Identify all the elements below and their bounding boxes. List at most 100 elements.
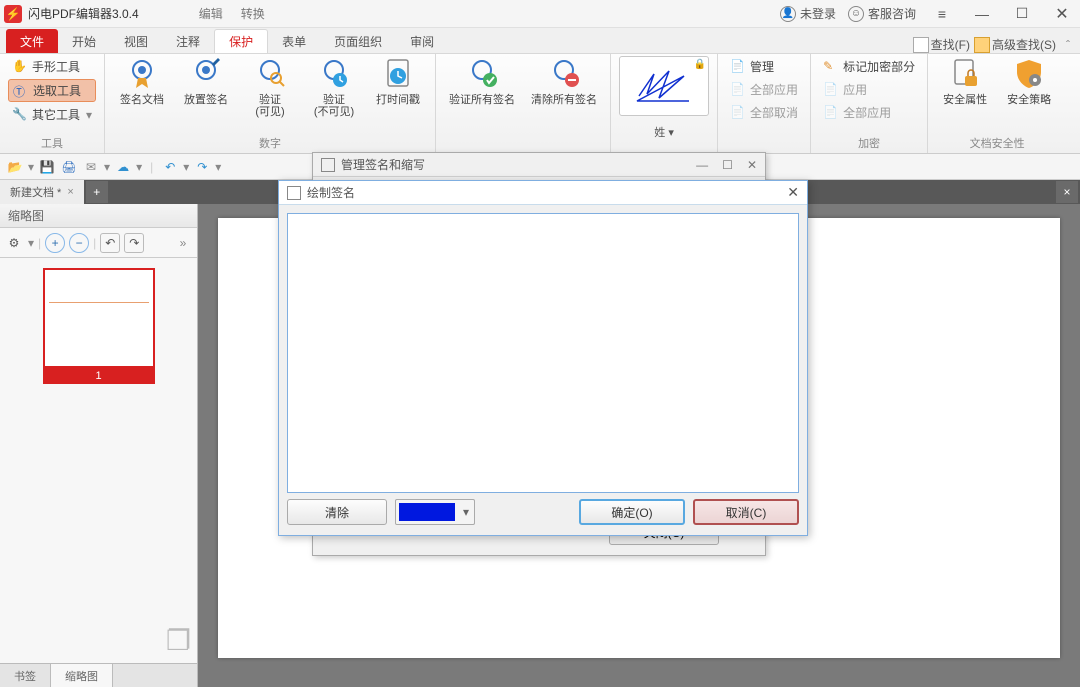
- mode-switch: 编辑 转换: [199, 5, 265, 22]
- select-tool[interactable]: Ⓣ选取工具: [8, 79, 96, 102]
- tab-form[interactable]: 表单: [268, 29, 320, 53]
- gear-icon[interactable]: ⚙: [4, 233, 24, 253]
- tab-page[interactable]: 页面组织: [320, 29, 396, 53]
- chevron-down-icon: ▾: [458, 505, 474, 519]
- print-icon[interactable]: 🖨: [60, 158, 78, 176]
- advanced-find-button[interactable]: 高级查找(S): [974, 36, 1056, 53]
- verifyall-label: 验证所有签名: [449, 94, 515, 106]
- lock-icon: 🔒: [694, 59, 706, 70]
- titlebar: ⚡ 闪电PDF编辑器3.0.4 编辑 转换 👤 未登录 ☺ 客服咨询 ≡ — ☐…: [0, 0, 1080, 28]
- sign-doc-label: 签名文档: [120, 94, 164, 106]
- find-label: 查找(F): [931, 36, 970, 53]
- tab-start[interactable]: 开始: [58, 29, 110, 53]
- sec-attr-label: 安全属性: [943, 94, 987, 106]
- zoom-out-icon[interactable]: −: [69, 233, 89, 253]
- rotate-left-icon[interactable]: ↶: [100, 233, 120, 253]
- shield-gear-icon: [1013, 58, 1045, 90]
- hand-tool[interactable]: ✋手形工具: [8, 56, 96, 77]
- hamburger-icon[interactable]: ≡: [928, 3, 956, 25]
- collapse-ribbon-icon[interactable]: ˆ: [1066, 38, 1070, 52]
- ok-button[interactable]: 确定(O): [579, 499, 685, 525]
- manage-button[interactable]: 📄管理: [726, 56, 802, 77]
- clear-all-button[interactable]: 清除所有签名: [526, 56, 602, 108]
- timestamp-button[interactable]: 打时间戳: [369, 56, 427, 108]
- sig-preview-dropdown[interactable]: 姓 ▾: [654, 124, 674, 140]
- apply-all2-button[interactable]: 📄全部应用: [819, 102, 919, 123]
- thumbnail-tab[interactable]: 缩略图: [51, 664, 113, 687]
- document-tab[interactable]: 新建文档 * ×: [0, 180, 84, 204]
- signature-canvas[interactable]: [287, 213, 799, 493]
- undo-icon[interactable]: ↶: [161, 158, 179, 176]
- other-tools[interactable]: 🔧其它工具▾: [8, 104, 96, 125]
- verify-invisible-button[interactable]: 验证 (不可见): [305, 56, 363, 120]
- mark-encrypt-button[interactable]: ✎标记加密部分: [819, 56, 919, 77]
- place-signature-button[interactable]: 放置签名: [177, 56, 235, 108]
- group-verifyall: 验证所有签名 清除所有签名: [436, 54, 611, 153]
- tab-file[interactable]: 文件: [6, 29, 58, 53]
- minimize-button[interactable]: —: [968, 3, 996, 25]
- tab-review[interactable]: 审阅: [396, 29, 448, 53]
- group-tools: ✋手形工具 Ⓣ选取工具 🔧其它工具▾ 工具: [0, 54, 105, 153]
- select-label: 选取工具: [33, 82, 81, 99]
- cloud-icon[interactable]: ☁: [114, 158, 132, 176]
- login-status[interactable]: 👤 未登录: [780, 5, 836, 22]
- close-all-tabs-button[interactable]: ×: [1056, 181, 1078, 203]
- mode-edit[interactable]: 编辑: [199, 5, 223, 22]
- maximize-button[interactable]: ☐: [1008, 3, 1036, 25]
- more-icon[interactable]: »: [173, 233, 193, 253]
- apply-button[interactable]: 📄应用: [819, 79, 919, 100]
- verify-visible-button[interactable]: 验证 (可见): [241, 56, 299, 120]
- panel-bottom-tabs: 书签 缩略图: [0, 663, 197, 687]
- dialog-icon: [321, 158, 335, 172]
- draw-signature-dialog: 绘制签名 ✕ 清除 ▾ 确定(O) 取消(C): [278, 180, 808, 536]
- dlg-close-icon[interactable]: ✕: [747, 158, 757, 172]
- close-tab-icon[interactable]: ×: [67, 186, 73, 198]
- seal-pen-icon: [190, 58, 222, 90]
- group-encrypt-caption: 加密: [819, 133, 919, 153]
- sign-document-button[interactable]: 签名文档: [113, 56, 171, 108]
- clearall-label: 清除所有签名: [531, 94, 597, 106]
- clear-button[interactable]: 清除: [287, 499, 387, 525]
- redo-icon[interactable]: ↷: [193, 158, 211, 176]
- bookmark-tab[interactable]: 书签: [0, 664, 51, 687]
- tab-view[interactable]: 视图: [110, 29, 162, 53]
- tab-annotate[interactable]: 注释: [162, 29, 214, 53]
- group-tools-caption: 工具: [8, 133, 96, 153]
- support-link[interactable]: ☺ 客服咨询: [848, 5, 916, 22]
- seal-minus-icon: [548, 58, 580, 90]
- wrench-icon: 🔧: [12, 107, 28, 123]
- save-icon[interactable]: 💾: [38, 158, 56, 176]
- login-label: 未登录: [800, 5, 836, 22]
- zoom-in-icon[interactable]: +: [45, 233, 65, 253]
- signature-preview[interactable]: 🔒: [619, 56, 709, 116]
- rotate-right-icon[interactable]: ↷: [124, 233, 144, 253]
- verify2-label: 验证 (不可见): [314, 94, 354, 118]
- dialog-close-icon[interactable]: ✕: [787, 184, 799, 201]
- close-button[interactable]: ✕: [1048, 3, 1076, 25]
- mail-icon[interactable]: ✉: [82, 158, 100, 176]
- group-security: 安全属性 安全策略 文档安全性: [928, 54, 1066, 153]
- security-attr-button[interactable]: 安全属性: [936, 56, 994, 108]
- find-button[interactable]: 查找(F): [913, 36, 970, 53]
- tab-protect[interactable]: 保护: [214, 29, 268, 53]
- dlg-maximize-icon[interactable]: ☐: [722, 158, 733, 172]
- page-thumbnail[interactable]: 1: [43, 268, 155, 384]
- security-policy-button[interactable]: 安全策略: [1000, 56, 1058, 108]
- apply-all-button[interactable]: 📄全部应用: [726, 79, 802, 100]
- thumbnail-list: 1: [0, 258, 197, 613]
- dlg-minimize-icon[interactable]: —: [696, 158, 708, 172]
- open-icon[interactable]: 📂: [6, 158, 24, 176]
- mode-convert[interactable]: 转换: [241, 5, 265, 22]
- timestamp-label: 打时间戳: [376, 94, 420, 106]
- cancel-all-button[interactable]: 📄全部取消: [726, 102, 802, 123]
- cancel-button[interactable]: 取消(C): [693, 499, 799, 525]
- add-tab-button[interactable]: +: [86, 181, 108, 203]
- group-security-caption: 文档安全性: [936, 133, 1058, 153]
- chevron-down-icon: ▾: [668, 127, 674, 139]
- color-swatch: [399, 503, 455, 521]
- verify-all-button[interactable]: 验证所有签名: [444, 56, 520, 108]
- smile-icon: ☺: [848, 6, 864, 22]
- doctab-label: 新建文档 *: [10, 184, 61, 200]
- color-picker[interactable]: ▾: [395, 499, 475, 525]
- seal-clock-icon: [318, 58, 350, 90]
